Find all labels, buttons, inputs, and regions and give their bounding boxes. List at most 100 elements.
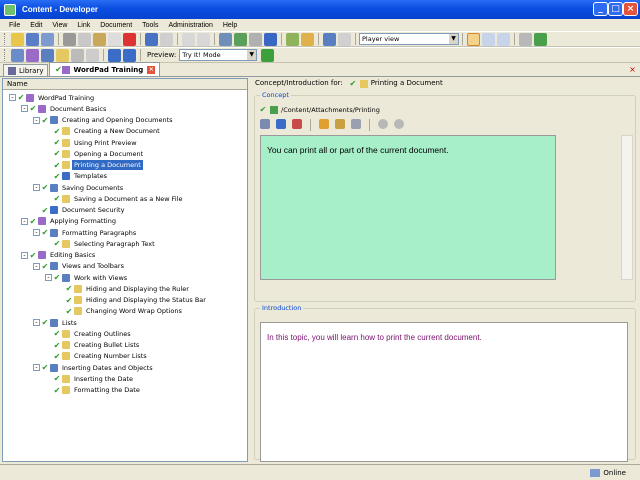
back-icon[interactable] — [182, 32, 195, 46]
expand-collapse-icon[interactable]: - — [33, 364, 40, 371]
menu-link[interactable]: Link — [72, 22, 95, 29]
view-dropdown[interactable]: Player view ▼ — [359, 33, 459, 45]
tree-item[interactable]: ✔ Creating Bullet Lists — [45, 340, 141, 351]
tree-item[interactable]: ✔ Printing a Document — [45, 160, 143, 171]
expand-collapse-icon[interactable]: - — [33, 116, 40, 124]
import-icon[interactable] — [301, 32, 314, 46]
play-icon[interactable] — [378, 119, 388, 129]
edit-icon[interactable] — [338, 32, 351, 46]
menu-file[interactable]: File — [4, 22, 25, 29]
tree-item[interactable]: ✔ Changing Word Wrap Options — [57, 306, 184, 317]
question-icon[interactable] — [71, 48, 84, 62]
toolbar-grip[interactable] — [4, 33, 7, 45]
delete-icon[interactable] — [123, 32, 136, 46]
menu-tools[interactable]: Tools — [137, 22, 163, 29]
tree-item[interactable]: - ✔ Document Basics — [21, 103, 108, 114]
tree-item[interactable]: ✔ Formatting the Date — [45, 385, 142, 396]
topic-icon[interactable] — [56, 48, 69, 62]
menu-help[interactable]: Help — [218, 22, 242, 29]
tree-item[interactable]: ✔ Hiding and Displaying the Ruler — [57, 283, 191, 294]
pencil-icon[interactable] — [319, 119, 329, 129]
expand-collapse-icon[interactable]: - — [21, 217, 28, 225]
layout-two-icon[interactable] — [482, 32, 495, 46]
options-icon[interactable] — [519, 32, 532, 46]
expand-collapse-icon[interactable]: - — [21, 105, 28, 113]
close-panel-icon[interactable]: × — [628, 65, 637, 74]
toolbar-grip[interactable] — [4, 49, 7, 61]
concept-text-area[interactable]: You can print all or part of the current… — [260, 135, 556, 280]
column-header-name[interactable]: Name — [3, 79, 247, 90]
outline-icon[interactable] — [11, 48, 24, 62]
web-icon[interactable] — [276, 119, 286, 129]
move-down-icon[interactable] — [123, 48, 136, 62]
module-icon[interactable] — [41, 48, 54, 62]
tree-item[interactable]: - ✔ WordPad Training — [9, 92, 96, 103]
redo-icon[interactable] — [160, 32, 173, 46]
tree-item[interactable]: ✔ Using Print Preview — [45, 137, 139, 148]
tab-wordpad-training[interactable]: ✔ WordPad Training × — [49, 62, 161, 76]
forward-icon[interactable] — [197, 32, 210, 46]
preview-icon[interactable] — [351, 119, 361, 129]
book-icon[interactable] — [26, 48, 39, 62]
spellcheck-icon[interactable] — [234, 32, 247, 46]
layout-one-icon[interactable] — [467, 32, 480, 46]
paste-special-icon[interactable] — [108, 32, 121, 46]
open-icon[interactable] — [11, 32, 24, 46]
tree-item[interactable]: ✔ Opening a Document — [45, 148, 145, 159]
publish-icon[interactable] — [286, 32, 299, 46]
help-icon[interactable] — [264, 32, 277, 46]
paste-icon[interactable] — [93, 32, 106, 46]
minimize-button[interactable]: _ — [593, 2, 608, 16]
close-button[interactable]: × — [623, 2, 638, 16]
tree-item[interactable]: - ✔ Saving Documents — [33, 182, 125, 193]
expand-collapse-icon[interactable]: - — [21, 251, 28, 259]
introduction-text-area[interactable]: In this topic, you will learn how to pri… — [260, 322, 628, 462]
menu-edit[interactable]: Edit — [25, 22, 47, 29]
tree-item[interactable]: ✔ Hiding and Displaying the Status Bar — [57, 295, 208, 306]
cut-icon[interactable] — [63, 32, 76, 46]
save-icon[interactable] — [26, 32, 39, 46]
layout-three-icon[interactable] — [497, 32, 510, 46]
menu-administration[interactable]: Administration — [163, 22, 217, 29]
close-tab-icon[interactable]: × — [147, 65, 156, 74]
menu-document[interactable]: Document — [95, 22, 137, 29]
dropdown-icon[interactable] — [86, 48, 99, 62]
tree-item[interactable]: ✔ Creating a New Document — [45, 126, 162, 137]
tree-item[interactable]: - ✔ Formatting Paragraphs — [33, 227, 138, 238]
tree-item[interactable]: ✔ Creating Number Lists — [45, 351, 149, 362]
expand-collapse-icon[interactable]: - — [45, 274, 52, 281]
expand-collapse-icon[interactable]: - — [33, 229, 40, 236]
tree-item[interactable]: - ✔ Lists — [33, 317, 79, 328]
tree-item[interactable]: ✔ Document Security — [33, 205, 126, 216]
expand-collapse-icon[interactable]: - — [33, 262, 40, 270]
record-icon[interactable] — [323, 32, 336, 46]
chevron-down-icon[interactable]: ▼ — [449, 34, 458, 44]
tree-item[interactable]: ✔ Creating Outlines — [45, 328, 133, 339]
play-preview-icon[interactable] — [261, 48, 275, 62]
tree-item[interactable]: ✔ Saving a Document as a New File — [45, 193, 184, 204]
tab-library[interactable]: Library — [3, 64, 49, 76]
properties-icon[interactable] — [249, 32, 262, 46]
tree-item[interactable]: - ✔ Views and Toolbars — [33, 261, 126, 272]
tree-item[interactable]: ✔ Templates — [45, 171, 109, 182]
preview-mode-dropdown[interactable]: Try It! Mode ▼ — [179, 49, 258, 61]
menu-view[interactable]: View — [47, 22, 72, 29]
remove-link-icon[interactable] — [292, 119, 302, 129]
concept-scrollbar[interactable] — [621, 135, 633, 280]
maximize-button[interactable]: □ — [608, 2, 623, 16]
copy-icon[interactable] — [78, 32, 91, 46]
find-icon[interactable] — [219, 32, 232, 46]
stop-icon[interactable] — [394, 119, 404, 129]
chevron-down-icon[interactable]: ▼ — [247, 50, 257, 60]
expand-collapse-icon[interactable]: - — [33, 184, 40, 191]
tree-item[interactable]: - ✔ Work with Views — [45, 272, 129, 283]
tree-item[interactable]: ✔ Selecting Paragraph Text — [45, 238, 157, 249]
settings-icon[interactable] — [335, 119, 345, 129]
tree-item[interactable]: ✔ Inserting the Date — [45, 373, 135, 384]
move-up-icon[interactable] — [108, 48, 121, 62]
expand-collapse-icon[interactable]: - — [9, 94, 16, 101]
tree-item[interactable]: - ✔ Applying Formatting — [21, 216, 118, 227]
expand-collapse-icon[interactable]: - — [33, 319, 40, 326]
tree-item[interactable]: - ✔ Inserting Dates and Objects — [33, 362, 155, 373]
link-icon[interactable] — [260, 119, 270, 129]
